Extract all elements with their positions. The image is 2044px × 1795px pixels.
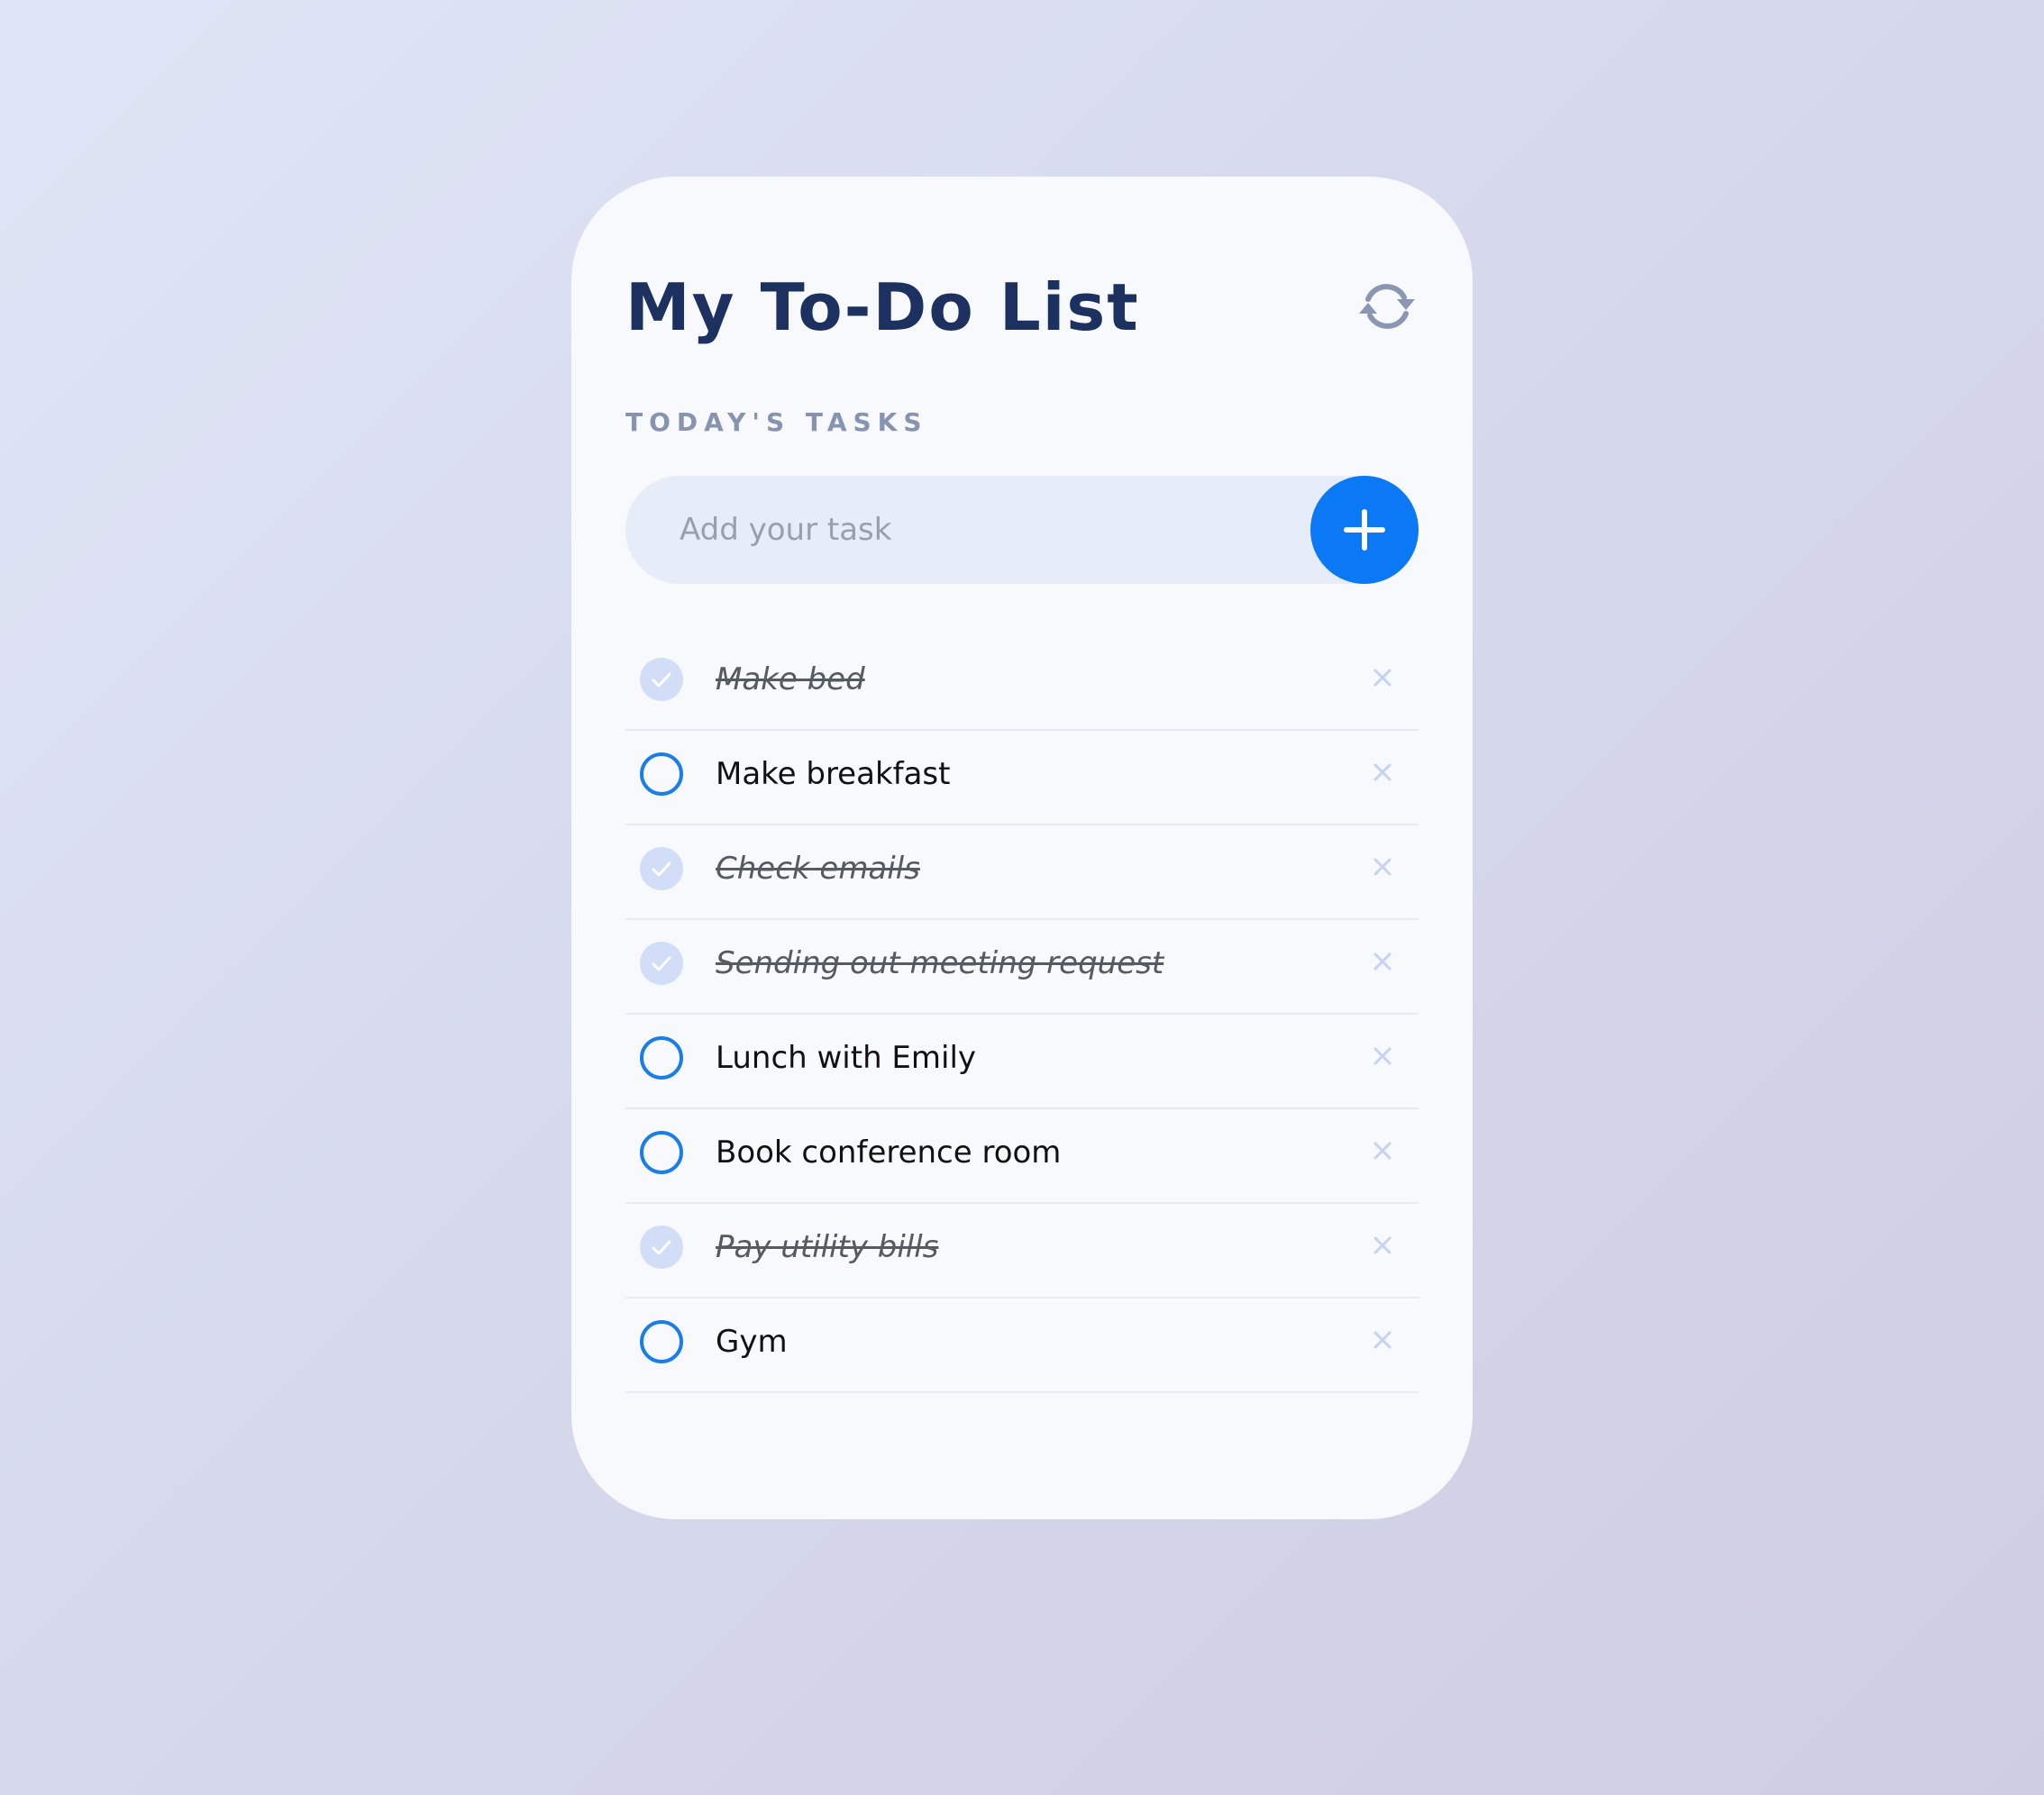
- task-list: Make bed Make breakfast Check emails Sendin…: [625, 636, 1419, 1393]
- checkmark-icon: [652, 956, 671, 971]
- unchecked-checkbox[interactable]: [640, 1036, 683, 1080]
- close-icon[interactable]: [1370, 665, 1395, 690]
- unchecked-checkbox[interactable]: [640, 752, 683, 796]
- task-item: Pay utility bills: [625, 1204, 1419, 1298]
- task-label: Check emails: [716, 851, 920, 887]
- task-item: Make breakfast: [625, 731, 1419, 825]
- checkmark-icon: [652, 1240, 671, 1255]
- close-icon[interactable]: [1370, 1043, 1395, 1069]
- task-label: Lunch with Emily: [716, 1040, 977, 1076]
- close-icon[interactable]: [1370, 1327, 1395, 1353]
- refresh-icon[interactable]: [1355, 279, 1419, 333]
- checkmark-icon: [652, 861, 671, 877]
- add-task-row: [625, 476, 1419, 584]
- header: My To-Do List: [625, 267, 1419, 348]
- close-icon[interactable]: [1370, 1233, 1395, 1258]
- unchecked-checkbox[interactable]: [640, 1131, 683, 1174]
- task-item: Lunch with Emily: [625, 1015, 1419, 1109]
- add-task-button[interactable]: [1310, 476, 1419, 584]
- task-item: Make bed: [625, 636, 1419, 731]
- checked-checkbox[interactable]: [640, 942, 683, 985]
- task-label: Make breakfast: [716, 756, 951, 792]
- task-label: Pay utility bills: [716, 1229, 939, 1265]
- section-label: TODAY'S TASKS: [625, 407, 928, 437]
- checked-checkbox[interactable]: [640, 1226, 683, 1269]
- task-item: Book conference room: [625, 1109, 1419, 1204]
- close-icon[interactable]: [1370, 854, 1395, 879]
- todo-card: My To-Do List TODAY'S TASKS Add your tas…: [571, 177, 1473, 1519]
- checked-checkbox[interactable]: [640, 847, 683, 890]
- task-item: Check emails: [625, 825, 1419, 920]
- close-icon[interactable]: [1370, 760, 1395, 785]
- task-item: Sending out meeting request: [625, 920, 1419, 1015]
- close-icon[interactable]: [1370, 949, 1395, 974]
- task-label: Gym: [716, 1324, 788, 1360]
- task-label: Make bed: [716, 661, 865, 697]
- add-task-input[interactable]: [625, 476, 1419, 584]
- checked-checkbox[interactable]: [640, 658, 683, 701]
- task-item: Gym: [625, 1298, 1419, 1393]
- task-label: Sending out meeting request: [716, 945, 1164, 981]
- plus-icon: [1344, 509, 1385, 551]
- checkmark-icon: [652, 672, 671, 688]
- task-label: Book conference room: [716, 1134, 1062, 1171]
- close-icon[interactable]: [1370, 1138, 1395, 1163]
- unchecked-checkbox[interactable]: [640, 1320, 683, 1363]
- page-title: My To-Do List: [625, 269, 1140, 345]
